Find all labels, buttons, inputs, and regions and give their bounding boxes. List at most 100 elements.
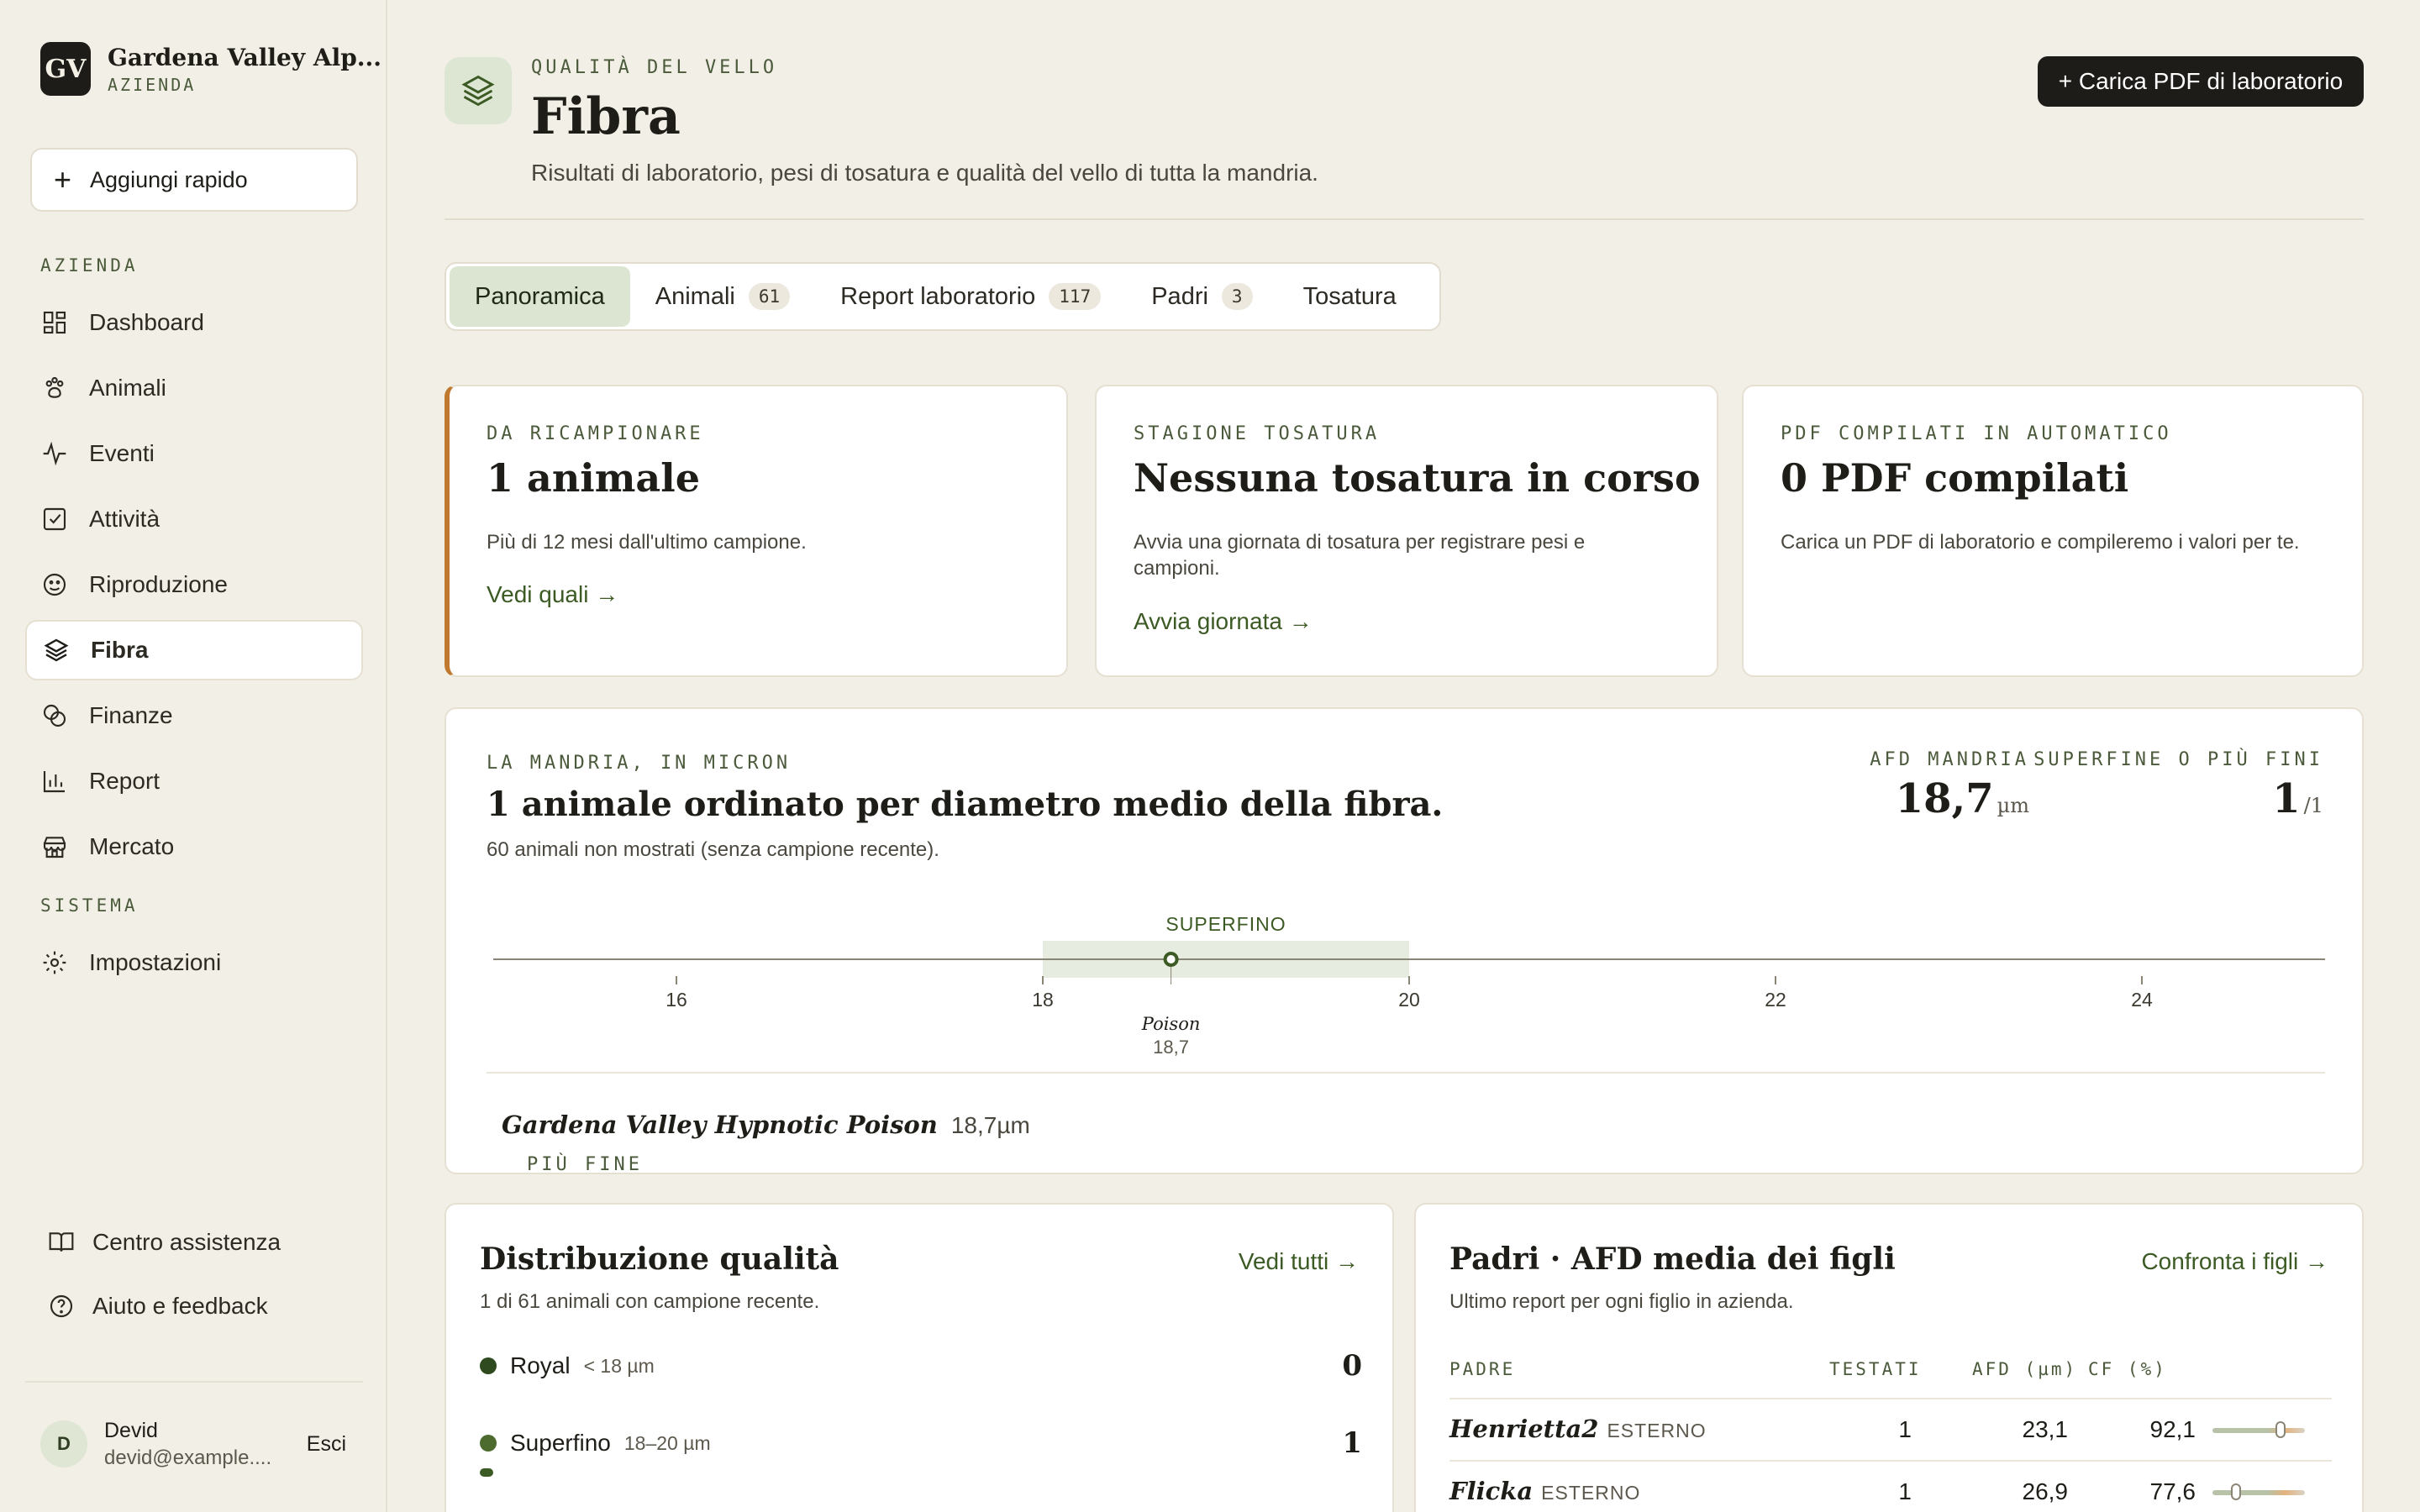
stat-label: SUPERFINE O PIÙ FINI (2033, 749, 2323, 770)
logout-button[interactable]: Esci (307, 1432, 346, 1457)
afd-value: 26,9 (2022, 1478, 2069, 1504)
tab-count-badge: 61 (748, 283, 791, 310)
auto-pdf-card: PDF COMPILATI IN AUTOMATICO 0 PDF compil… (1742, 385, 2364, 677)
point-name-label: Poison (1141, 1014, 1201, 1034)
quality-bar (480, 1468, 493, 1477)
card-eyebrow: DA RICAMPIONARE (487, 423, 704, 444)
quality-row-royal: Royal < 18 µm 0 (480, 1349, 1362, 1383)
finest-animal-row: PIÙ FINE Gardena Valley Hypnotic Poison … (487, 1110, 1030, 1175)
quality-name: Superfino (510, 1430, 611, 1456)
card-description: Avvia una giornata di tosatura per regis… (1134, 531, 1586, 580)
finest-label: PIÙ FINE (527, 1154, 643, 1175)
table-row[interactable]: Flicka ESTERNO 1 26,9 77,6 (1449, 1460, 2332, 1512)
sidebar-item-reports[interactable]: Report (25, 751, 363, 811)
cf-value: 77,6 (2149, 1478, 2196, 1504)
sidebar-item-animals[interactable]: Animali (25, 358, 363, 418)
sidebar-item-market[interactable]: Mercato (25, 816, 363, 877)
help-circle-icon (47, 1292, 76, 1320)
compare-offspring-link[interactable]: Confronta i figli → (2141, 1248, 2328, 1275)
shearing-season-card: STAGIONE TOSATURA Nessuna tosatura in co… (1095, 385, 1718, 677)
tab-count-badge: 117 (1049, 283, 1102, 310)
header-divider (445, 218, 2364, 220)
sidebar-item-finance[interactable]: Finanze (25, 685, 363, 746)
stat-value: 18,7 (1895, 775, 1994, 822)
table-row[interactable]: Henrietta2 ESTERNO 1 23,1 92,1 (1449, 1398, 2332, 1460)
section-label-system: SISTEMA (40, 895, 139, 916)
farm-name: Gardena Valley Alp... (108, 43, 382, 71)
quick-add-button[interactable]: + Aggiungi rapido (30, 148, 358, 212)
cf-marker (2275, 1421, 2286, 1438)
card-value: 0 PDF compilati (1781, 455, 2129, 501)
cf-range-bar (2212, 1428, 2305, 1433)
sidebar-item-label: Dashboard (89, 309, 204, 335)
sidebar-item-breeding[interactable]: Riproduzione (25, 554, 363, 615)
tab-overview[interactable]: Panoramica (450, 266, 630, 327)
x-tick-label: 24 (2131, 989, 2153, 1011)
tab-label: Padri (1151, 282, 1208, 310)
column-header-sire: PADRE (1449, 1359, 1516, 1379)
resample-card: DA RICAMPIONARE 1 animale Più di 12 mesi… (445, 385, 1068, 677)
x-tick-label: 22 (1765, 989, 1786, 1011)
tab-label: Report laboratorio (840, 282, 1036, 310)
superfine-stat: SUPERFINE O PIÙ FINI 1/1 (2033, 749, 2323, 822)
cf-range-bar (2212, 1490, 2305, 1495)
sidebar-item-settings[interactable]: Impostazioni (25, 932, 363, 993)
start-shearing-day-link[interactable]: Avvia giornata → (1134, 608, 1313, 635)
tab-shearing[interactable]: Tosatura (1278, 266, 1422, 327)
help-center-label: Centro assistenza (92, 1229, 281, 1255)
sidebar-item-events[interactable]: Eventi (25, 423, 363, 484)
card-description: Carica un PDF di laboratorio e compilere… (1781, 531, 2300, 554)
view-all-link[interactable]: Vedi tutti → (1239, 1248, 1359, 1275)
x-tick-label: 18 (1032, 989, 1054, 1011)
feedback-label: Aiuto e feedback (92, 1293, 268, 1319)
feedback-link[interactable]: Aiuto e feedback (47, 1292, 268, 1320)
card-value: Nessuna tosatura in corso (1134, 455, 1701, 501)
upload-lab-pdf-button[interactable]: + Carica PDF di laboratorio (2038, 56, 2364, 107)
stat-value: 1 (2272, 775, 2301, 822)
help-center-link[interactable]: Centro assistenza (47, 1228, 281, 1257)
chart-divider (487, 1072, 2325, 1074)
brand[interactable]: GV Gardena Valley Alp... AZIENDA (40, 42, 381, 96)
stat-total: /1 (2303, 794, 2323, 817)
quality-distribution-card: Distribuzione qualità 1 di 61 animali co… (445, 1203, 1394, 1512)
sidebar-item-label: Mercato (89, 833, 175, 859)
tab-animals[interactable]: Animali 61 (630, 266, 815, 327)
sidebar-item-label: Fibra (91, 637, 149, 663)
tab-count-badge: 3 (1221, 283, 1253, 310)
sidebar-item-label: Finanze (89, 702, 173, 728)
herd-afd-stat: AFD MANDRIA 18,7 µm (1870, 749, 2029, 822)
tested-count: 1 (1898, 1416, 1912, 1442)
tab-label: Tosatura (1302, 282, 1397, 310)
quick-add-label: Aggiungi rapido (90, 166, 248, 192)
column-header-tested: TESTATI (1829, 1359, 1922, 1379)
user-email: devid@example.... (104, 1446, 272, 1469)
sire-name: Henrietta2 (1449, 1415, 1599, 1443)
herd-subtitle: 60 animali non mostrati (senza campione … (487, 838, 939, 861)
tab-sires[interactable]: Padri 3 (1126, 266, 1277, 327)
view-which-link[interactable]: Vedi quali → (487, 581, 618, 608)
avatar: D (40, 1420, 87, 1467)
farm-type: AZIENDA (108, 74, 197, 95)
sidebar-item-label: Impostazioni (89, 949, 222, 975)
afd-value: 23,1 (2022, 1416, 2069, 1442)
x-tick-label: 20 (1398, 989, 1420, 1011)
gear-icon (40, 948, 69, 977)
sidebar-item-dashboard[interactable]: Dashboard (25, 292, 363, 353)
dashboard-icon (40, 308, 69, 337)
quality-range: < 18 µm (583, 1354, 655, 1377)
bar-chart-icon (40, 767, 69, 795)
page-subtitle: Risultati di laboratorio, pesi di tosatu… (531, 160, 1318, 186)
herd-micron-card: LA MANDRIA, IN MICRON 1 animale ordinato… (445, 707, 2364, 1175)
band-label: SUPERFINO (1165, 913, 1286, 935)
card-eyebrow: LA MANDRIA, IN MICRON (487, 753, 792, 774)
section-title: Padri · AFD media dei figli (1449, 1242, 1896, 1277)
page-title: Fibra (531, 87, 681, 146)
main-content: QUALITÀ DEL VELLO Fibra Risultati di lab… (387, 0, 2420, 1512)
user-row: D Devid devid@example.... Esci (25, 1381, 363, 1505)
tab-label: Animali (655, 282, 735, 310)
sidebar-item-fiber[interactable]: Fibra (25, 620, 363, 680)
sidebar-item-tasks[interactable]: Attività (25, 489, 363, 549)
finest-animal-name[interactable]: Gardena Valley Hypnotic Poison (502, 1110, 938, 1139)
quality-row-superfine: Superfino 18–20 µm 1 (480, 1426, 1362, 1460)
tab-lab-reports[interactable]: Report laboratorio 117 (815, 266, 1126, 327)
